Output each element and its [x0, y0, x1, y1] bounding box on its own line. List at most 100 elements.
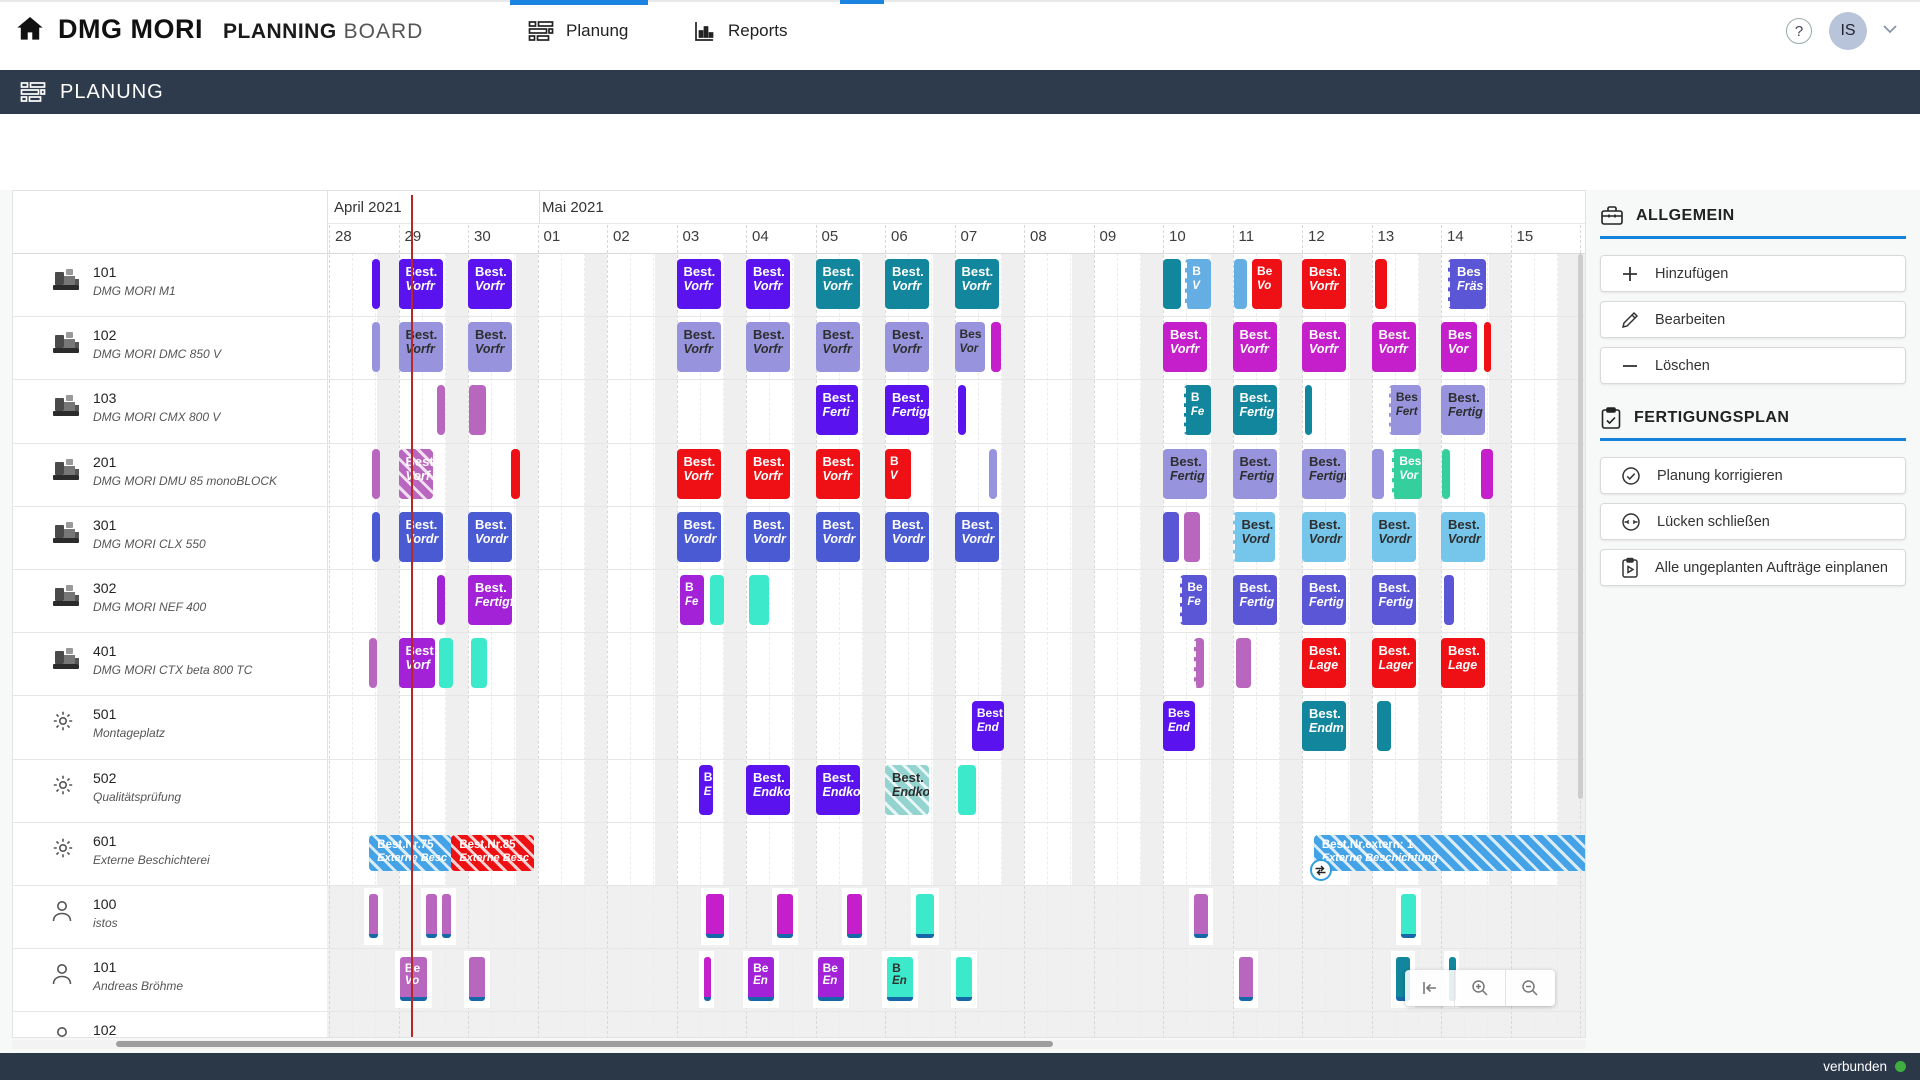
gantt-bar[interactable]: BesVor	[955, 322, 985, 372]
resource-row-label[interactable]: 401DMG MORI CTX beta 800 TC	[13, 632, 326, 695]
gantt-bar[interactable]: BEn	[887, 957, 913, 1001]
gantt-bar[interactable]	[1372, 449, 1384, 499]
gantt-bar[interactable]: Best.Vorfr	[677, 449, 721, 499]
gantt-bar[interactable]: Best.Lage	[1302, 638, 1346, 688]
gantt-bar[interactable]: Best.Vorfr	[816, 449, 860, 499]
chevron-down-icon[interactable]	[1882, 24, 1898, 34]
gantt-bar[interactable]: BesVor	[1392, 449, 1422, 499]
zoom-in-button[interactable]	[1455, 970, 1505, 1006]
gantt-bar[interactable]	[1163, 512, 1179, 562]
gantt-bar[interactable]: Best.Vordr	[746, 512, 790, 562]
gantt-bar[interactable]: Best.Vordr	[955, 512, 999, 562]
gantt-bar[interactable]	[749, 575, 769, 625]
resource-row-label[interactable]: 301DMG MORI CLX 550	[13, 506, 326, 569]
gantt-bar[interactable]: Best.Vordr	[399, 512, 443, 562]
external-order-badge[interactable]	[1310, 859, 1332, 881]
gantt-bar[interactable]	[847, 894, 862, 938]
gantt-bar[interactable]: Best.Lager	[1372, 638, 1416, 688]
resource-row-label[interactable]: 101Andreas Bröhme	[13, 948, 326, 1011]
gantt-bar[interactable]	[439, 638, 453, 688]
gantt-bar[interactable]: Best.Ferti	[816, 385, 858, 435]
help-button[interactable]: ?	[1786, 18, 1812, 44]
gantt-bar[interactable]: Best.Fertigf	[1302, 449, 1346, 499]
gantt-bar[interactable]: BeVo	[400, 957, 427, 1001]
gantt-bar[interactable]	[1194, 638, 1204, 688]
gantt-bar[interactable]: Best.Vorfr	[955, 259, 999, 309]
zoom-out-button[interactable]	[1506, 970, 1555, 1006]
gantt-bar[interactable]: Best.Vordr	[468, 512, 512, 562]
gantt-bar[interactable]	[777, 894, 793, 938]
gantt-bar[interactable]: Best.Vorfr	[885, 259, 929, 309]
resource-row-label[interactable]: 501Montageplatz	[13, 695, 326, 758]
gantt-bar[interactable]: BFe	[680, 575, 704, 625]
gantt-bar[interactable]: Best.Vorfr	[1302, 322, 1346, 372]
gantt-bar[interactable]: Best.Vordr	[1372, 512, 1416, 562]
vertical-scrollbar[interactable]	[1578, 254, 1583, 799]
gantt-bar[interactable]: Best.Vorfr	[1163, 322, 1207, 372]
gantt-bar[interactable]	[956, 957, 972, 1001]
gantt-bar[interactable]: Best.Vorfr	[746, 322, 790, 372]
gantt-bar[interactable]: Best.Vorfr	[1372, 322, 1416, 372]
gantt-bar[interactable]: BFe	[1184, 385, 1211, 435]
gantt-bar[interactable]	[426, 894, 437, 938]
close-gaps-button[interactable]: Lücken schließen	[1600, 503, 1906, 540]
gantt-bar[interactable]	[442, 894, 451, 938]
gantt-bar[interactable]: Best.Vordr	[677, 512, 721, 562]
gantt-bar[interactable]	[1239, 957, 1253, 1001]
edit-button[interactable]: Bearbeiten	[1600, 301, 1906, 338]
gantt-bar[interactable]	[1481, 449, 1493, 499]
gantt-bar[interactable]: Best.Vorfr	[677, 322, 721, 372]
scroll-to-start-button[interactable]	[1405, 970, 1455, 1006]
gantt-bar[interactable]	[437, 385, 445, 435]
resource-row-label[interactable]: 601Externe Beschichterei	[13, 822, 326, 885]
gantt-bar[interactable]	[1442, 449, 1450, 499]
resource-row-label[interactable]: 101DMG MORI M1	[13, 253, 326, 316]
gantt-bar[interactable]	[469, 385, 486, 435]
gantt-bar[interactable]: Best.Vord	[1233, 512, 1275, 562]
gantt-bar[interactable]: Best.Endko	[746, 765, 790, 815]
gantt-bar[interactable]: BestVorf	[399, 449, 433, 499]
gantt-bar[interactable]: Best.Fertig	[1441, 385, 1485, 435]
gantt-bar[interactable]: Best.Fertig	[1233, 449, 1277, 499]
gantt-bar[interactable]: Best.Vordr	[816, 512, 860, 562]
gantt-bar[interactable]	[991, 322, 1001, 372]
gantt-bar[interactable]: BesFert	[1389, 385, 1421, 435]
gantt-bar[interactable]	[704, 957, 711, 1001]
resource-row-label[interactable]: 102	[13, 1011, 326, 1038]
gantt-bar[interactable]: Best.Fertig	[1302, 575, 1346, 625]
gantt-bar[interactable]	[1194, 894, 1208, 938]
gantt-bar[interactable]: Best.Vordr	[885, 512, 929, 562]
gantt-bar[interactable]: BeFe	[1180, 575, 1207, 625]
resource-row-label[interactable]: 100istos	[13, 885, 326, 948]
gantt-bar[interactable]: Best.Vorfr	[399, 259, 443, 309]
resource-row-label[interactable]: 201DMG MORI DMU 85 monoBLOCK	[13, 443, 326, 506]
gantt-bar[interactable]: BeEn	[748, 957, 774, 1001]
delete-button[interactable]: Löschen	[1600, 347, 1906, 384]
gantt-bar[interactable]: Best.Vorfr	[677, 259, 721, 309]
gantt-bar[interactable]: Best.Fertig	[1163, 449, 1207, 499]
gantt-bar[interactable]: BesVor	[1441, 322, 1477, 372]
gantt-bar[interactable]: Best.Nr.extern: 1Externe Beschichtung	[1314, 835, 1586, 871]
gantt-bar[interactable]	[372, 449, 380, 499]
gantt-bar[interactable]	[1484, 322, 1491, 372]
gantt-bar[interactable]	[1401, 894, 1416, 938]
gantt-bar[interactable]	[1163, 259, 1181, 309]
gantt-bar[interactable]	[989, 449, 997, 499]
schedule-all-button[interactable]: Alle ungeplanten Aufträge einplanen	[1600, 549, 1906, 586]
gantt-bar[interactable]	[369, 894, 378, 938]
gantt-bar[interactable]: BeEn	[818, 957, 844, 1001]
gantt-bar[interactable]	[471, 638, 487, 688]
gantt-bar[interactable]: Best.Lage	[1441, 638, 1485, 688]
gantt-bar[interactable]: Best.Vorfr	[468, 259, 512, 309]
gantt-bar[interactable]: Best.Fertig	[1372, 575, 1416, 625]
gantt-bar[interactable]	[1236, 638, 1251, 688]
resource-row-label[interactable]: 302DMG MORI NEF 400	[13, 569, 326, 632]
gantt-bar[interactable]: Best.Vordr	[1441, 512, 1485, 562]
gantt-bar[interactable]: BV	[1185, 259, 1211, 309]
gantt-bar[interactable]: Best.Fertigf	[468, 575, 512, 625]
gantt-bar[interactable]	[437, 575, 445, 625]
gantt-bar[interactable]	[958, 385, 966, 435]
gantt-bar[interactable]	[706, 894, 724, 938]
gantt-bar[interactable]: Best.Fertigf	[885, 385, 929, 435]
gantt-bar[interactable]: Best.Endm	[1302, 701, 1346, 751]
